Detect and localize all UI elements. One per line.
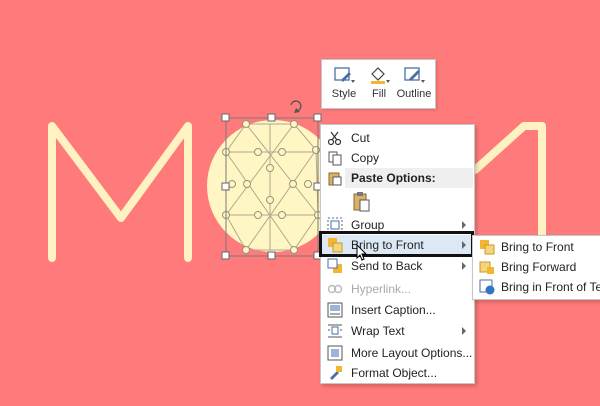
chevron-right-icon xyxy=(462,327,466,335)
mini-toolbar: Style Fill Outline xyxy=(321,59,436,109)
style-button[interactable]: Style xyxy=(328,63,360,105)
fill-bucket-icon xyxy=(371,67,390,84)
style-icon xyxy=(334,67,355,83)
menu-item-more-layout-options[interactable]: More Layout Options... xyxy=(321,343,474,363)
submenu-label-bring-forward: Bring Forward xyxy=(501,260,577,274)
submenu-label-bring-in-front-of-text: Bring in Front of Text xyxy=(501,280,600,294)
menu-item-cut[interactable]: Cut xyxy=(321,128,474,148)
style-label: Style xyxy=(331,88,357,100)
menu-label-copy: Copy xyxy=(351,151,380,165)
send-to-back-icon xyxy=(327,258,342,273)
menu-item-copy[interactable]: Copy xyxy=(321,148,474,168)
link-icon xyxy=(327,284,343,294)
clipboard-icon xyxy=(353,192,370,212)
format-brush-icon xyxy=(330,366,342,380)
wrap-text-icon xyxy=(328,324,342,338)
submenu-item-bring-to-front[interactable]: Bring to Front xyxy=(473,237,600,257)
paste-options-header: Paste Options: xyxy=(345,168,473,188)
menu-label-insert-caption: Insert Caption... xyxy=(351,303,436,317)
paste-option-keep-picture[interactable] xyxy=(351,191,373,213)
menu-item-insert-caption[interactable]: Insert Caption... xyxy=(321,300,474,320)
bring-to-front-submenu: Bring to Front Bring Forward Bring in Fr… xyxy=(472,235,600,300)
bring-in-front-of-text-icon xyxy=(479,279,495,295)
outline-label: Outline xyxy=(396,88,432,100)
menu-item-send-to-back[interactable]: Send to Back xyxy=(321,256,474,276)
mouse-cursor-icon xyxy=(356,244,368,261)
chevron-right-icon xyxy=(462,221,466,229)
paste-icon xyxy=(328,172,342,186)
fill-button[interactable]: Fill xyxy=(364,63,394,105)
document-canvas xyxy=(0,0,600,406)
submenu-item-bring-in-front-of-text[interactable]: Bring in Front of Text xyxy=(473,277,600,297)
outline-pen-icon xyxy=(404,67,425,83)
copy-icon xyxy=(328,151,342,166)
menu-item-format-object[interactable]: Format Object... xyxy=(321,363,474,383)
submenu-item-bring-forward[interactable]: Bring Forward xyxy=(473,257,600,277)
bring-forward-icon xyxy=(479,261,494,274)
layout-options-icon xyxy=(327,345,343,361)
menu-label-hyperlink: Hyperlink... xyxy=(351,282,412,296)
menu-item-wrap-text[interactable]: Wrap Text xyxy=(321,321,474,341)
slide-artwork xyxy=(0,0,600,406)
submenu-label-bring-to-front: Bring to Front xyxy=(501,240,574,254)
menu-label-more-layout-options: More Layout Options... xyxy=(351,346,473,360)
bring-to-front-icon xyxy=(480,240,495,255)
annotation-highlight-box xyxy=(319,231,474,257)
menu-item-hyperlink[interactable]: Hyperlink... xyxy=(321,279,474,299)
scissors-icon xyxy=(327,131,342,146)
caption-icon xyxy=(327,302,343,318)
menu-label-format-object: Format Object... xyxy=(351,366,438,380)
menu-label-wrap-text: Wrap Text xyxy=(351,324,405,338)
outline-button[interactable]: Outline xyxy=(396,63,432,105)
menu-label-cut: Cut xyxy=(351,131,370,145)
chevron-right-icon xyxy=(462,262,466,270)
fill-label: Fill xyxy=(371,88,387,100)
